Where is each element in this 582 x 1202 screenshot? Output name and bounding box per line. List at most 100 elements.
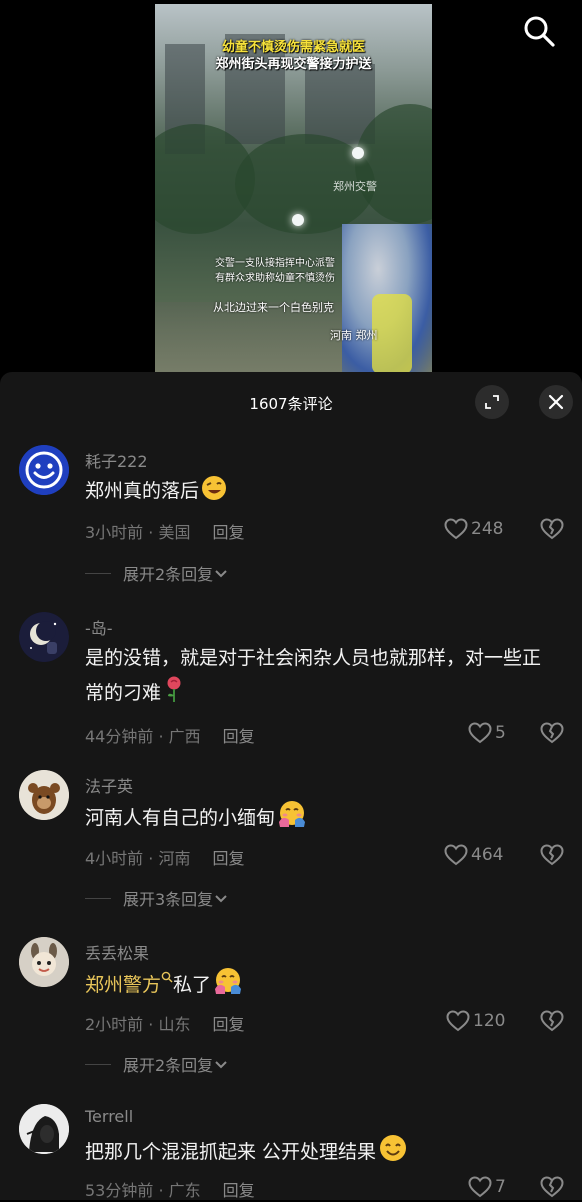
like-button[interactable]: 5: [468, 722, 506, 744]
comment-meta: 2小时前 · 山东 回复: [85, 1015, 245, 1034]
comment-text-body: 是的没错，就是对于社会闲杂人员也就那样，对一些正常的刁难: [85, 647, 542, 704]
heart-icon: [446, 1010, 470, 1032]
fullscreen-button[interactable]: [475, 385, 509, 419]
cartoon-avatar-icon: [19, 937, 69, 987]
comment-text: 把那几个混混抓起来 公开处理结果: [85, 1134, 555, 1173]
reply-button[interactable]: 回复: [212, 849, 244, 868]
expand-replies-button[interactable]: 展开2条回复: [85, 1052, 229, 1076]
reply-button[interactable]: 回复: [223, 727, 255, 746]
comment-location: 山东: [158, 1015, 191, 1034]
broken-heart-icon: [540, 844, 564, 866]
expand-replies-label: 展开2条回复: [123, 565, 214, 584]
dislike-button[interactable]: [540, 844, 564, 870]
hug-emoji: [213, 967, 243, 1006]
like-count: 7: [495, 1177, 506, 1197]
comment-meta: 4小时前 · 河南 回复: [85, 849, 245, 868]
comment-text: 是的没错，就是对于社会闲杂人员也就那样，对一些正常的刁难: [85, 642, 555, 714]
smile-emoji: [378, 1134, 408, 1173]
dislike-button[interactable]: [540, 722, 564, 748]
avatar[interactable]: [19, 445, 69, 495]
close-icon: [548, 394, 564, 410]
dislike-button[interactable]: [540, 1176, 564, 1202]
heart-icon: [468, 722, 492, 744]
comment-text: 郑州警方 私了: [85, 967, 555, 1006]
expand-divider: [85, 897, 111, 899]
moon-avatar-icon: [19, 612, 69, 662]
hooded-avatar-icon: [19, 1104, 69, 1154]
video-subtitle-line2: 有群众求助称幼童不慎烫伤: [215, 273, 335, 284]
like-button[interactable]: 464: [444, 844, 503, 866]
expand-replies-label: 展开2条回复: [123, 1056, 214, 1075]
comment-text-body: 河南人有自己的小缅甸: [85, 807, 276, 829]
expand-divider: [85, 1063, 111, 1065]
comment-time: 53分钟前: [85, 1181, 154, 1200]
monkey-avatar-icon: [19, 770, 69, 820]
avatar[interactable]: [19, 770, 69, 820]
dislike-button[interactable]: [540, 1010, 564, 1036]
chevron-down-icon: [215, 570, 227, 578]
comment-username[interactable]: 耗子222: [85, 448, 148, 472]
broken-heart-icon: [540, 1010, 564, 1032]
comment-username[interactable]: 法子英: [85, 773, 133, 797]
avatar[interactable]: [19, 937, 69, 987]
comment-meta: 44分钟前 · 广西 回复: [85, 727, 255, 746]
comment-text-body: 把那几个混混抓起来 公开处理结果: [85, 1141, 377, 1163]
like-count: 464: [471, 845, 504, 865]
heart-icon: [468, 1176, 492, 1198]
like-count: 248: [471, 519, 504, 539]
video-area: 幼童不慎烫伤需紧急就医 郑州街头再现交警接力护送 郑州交警 交警一支队接指挥中心…: [0, 0, 582, 372]
chevron-down-icon: [215, 1061, 227, 1069]
heart-icon: [444, 518, 468, 540]
like-count: 120: [473, 1011, 506, 1031]
avatar[interactable]: [19, 612, 69, 662]
expand-replies-button[interactable]: 展开3条回复: [85, 886, 229, 910]
comment-time: 44分钟前: [85, 727, 154, 746]
hug-emoji: [277, 800, 307, 839]
video-subtitle-line3: 从北边过来一个白色别克: [213, 301, 334, 314]
comment-meta: 3小时前 · 美国 回复: [85, 523, 245, 542]
broken-heart-icon: [540, 518, 564, 540]
comment-location: 美国: [158, 523, 191, 542]
comment-username[interactable]: -岛-: [85, 615, 113, 639]
comments-sheet: 1607条评论 耗子222 郑州真的落后 3小时前 · 美国 回复 248 展开…: [0, 372, 582, 1200]
search-button[interactable]: [521, 13, 557, 49]
comment-text: 郑州真的落后: [85, 475, 555, 512]
like-button[interactable]: 248: [444, 518, 503, 540]
video-officer-vest: [372, 294, 412, 372]
expand-replies-button[interactable]: 展开2条回复: [85, 561, 229, 585]
motorcycle-light: [352, 147, 364, 159]
close-button[interactable]: [539, 385, 573, 419]
comment-time: 4小时前: [85, 849, 144, 868]
dislike-button[interactable]: [540, 518, 564, 544]
broken-heart-icon: [540, 722, 564, 744]
reply-button[interactable]: 回复: [223, 1181, 255, 1200]
video-watermark: 郑州交警: [333, 180, 377, 193]
like-button[interactable]: 7: [468, 1176, 506, 1198]
smiley-avatar-icon: [19, 445, 69, 495]
reply-button[interactable]: 回复: [212, 523, 244, 542]
like-count: 5: [495, 723, 506, 743]
comment-text: 河南人有自己的小缅甸: [85, 800, 555, 839]
expand-replies-label: 展开3条回复: [123, 890, 214, 909]
chevron-down-icon: [215, 895, 227, 903]
comment-meta: 53分钟前 · 广东 回复: [85, 1181, 255, 1200]
expand-divider: [85, 572, 111, 574]
like-button[interactable]: 120: [446, 1010, 505, 1032]
video-location: 河南 郑州: [330, 329, 378, 342]
reply-button[interactable]: 回复: [212, 1015, 244, 1034]
avatar[interactable]: [19, 1104, 69, 1154]
video-subtitle-line1: 交警一支队接指挥中心派警: [215, 258, 335, 269]
expand-icon: [485, 395, 499, 409]
comment-location: 河南: [158, 849, 191, 868]
mention-link[interactable]: 郑州警方: [85, 974, 161, 996]
comment-time: 2小时前: [85, 1015, 144, 1034]
video-player[interactable]: 幼童不慎烫伤需紧急就医 郑州街头再现交警接力护送 郑州交警 交警一支队接指挥中心…: [155, 4, 432, 372]
grinning-wink-emoji: [201, 475, 227, 512]
search-icon: [524, 16, 555, 47]
search-small-icon[interactable]: [161, 971, 173, 985]
comment-username[interactable]: 丢丢松果: [85, 940, 149, 964]
video-title-line2: 郑州街头再现交警接力护送: [215, 57, 372, 72]
comment-text-body: 郑州真的落后: [85, 480, 200, 502]
comment-username[interactable]: Terrell: [85, 1107, 133, 1126]
heart-icon: [444, 844, 468, 866]
